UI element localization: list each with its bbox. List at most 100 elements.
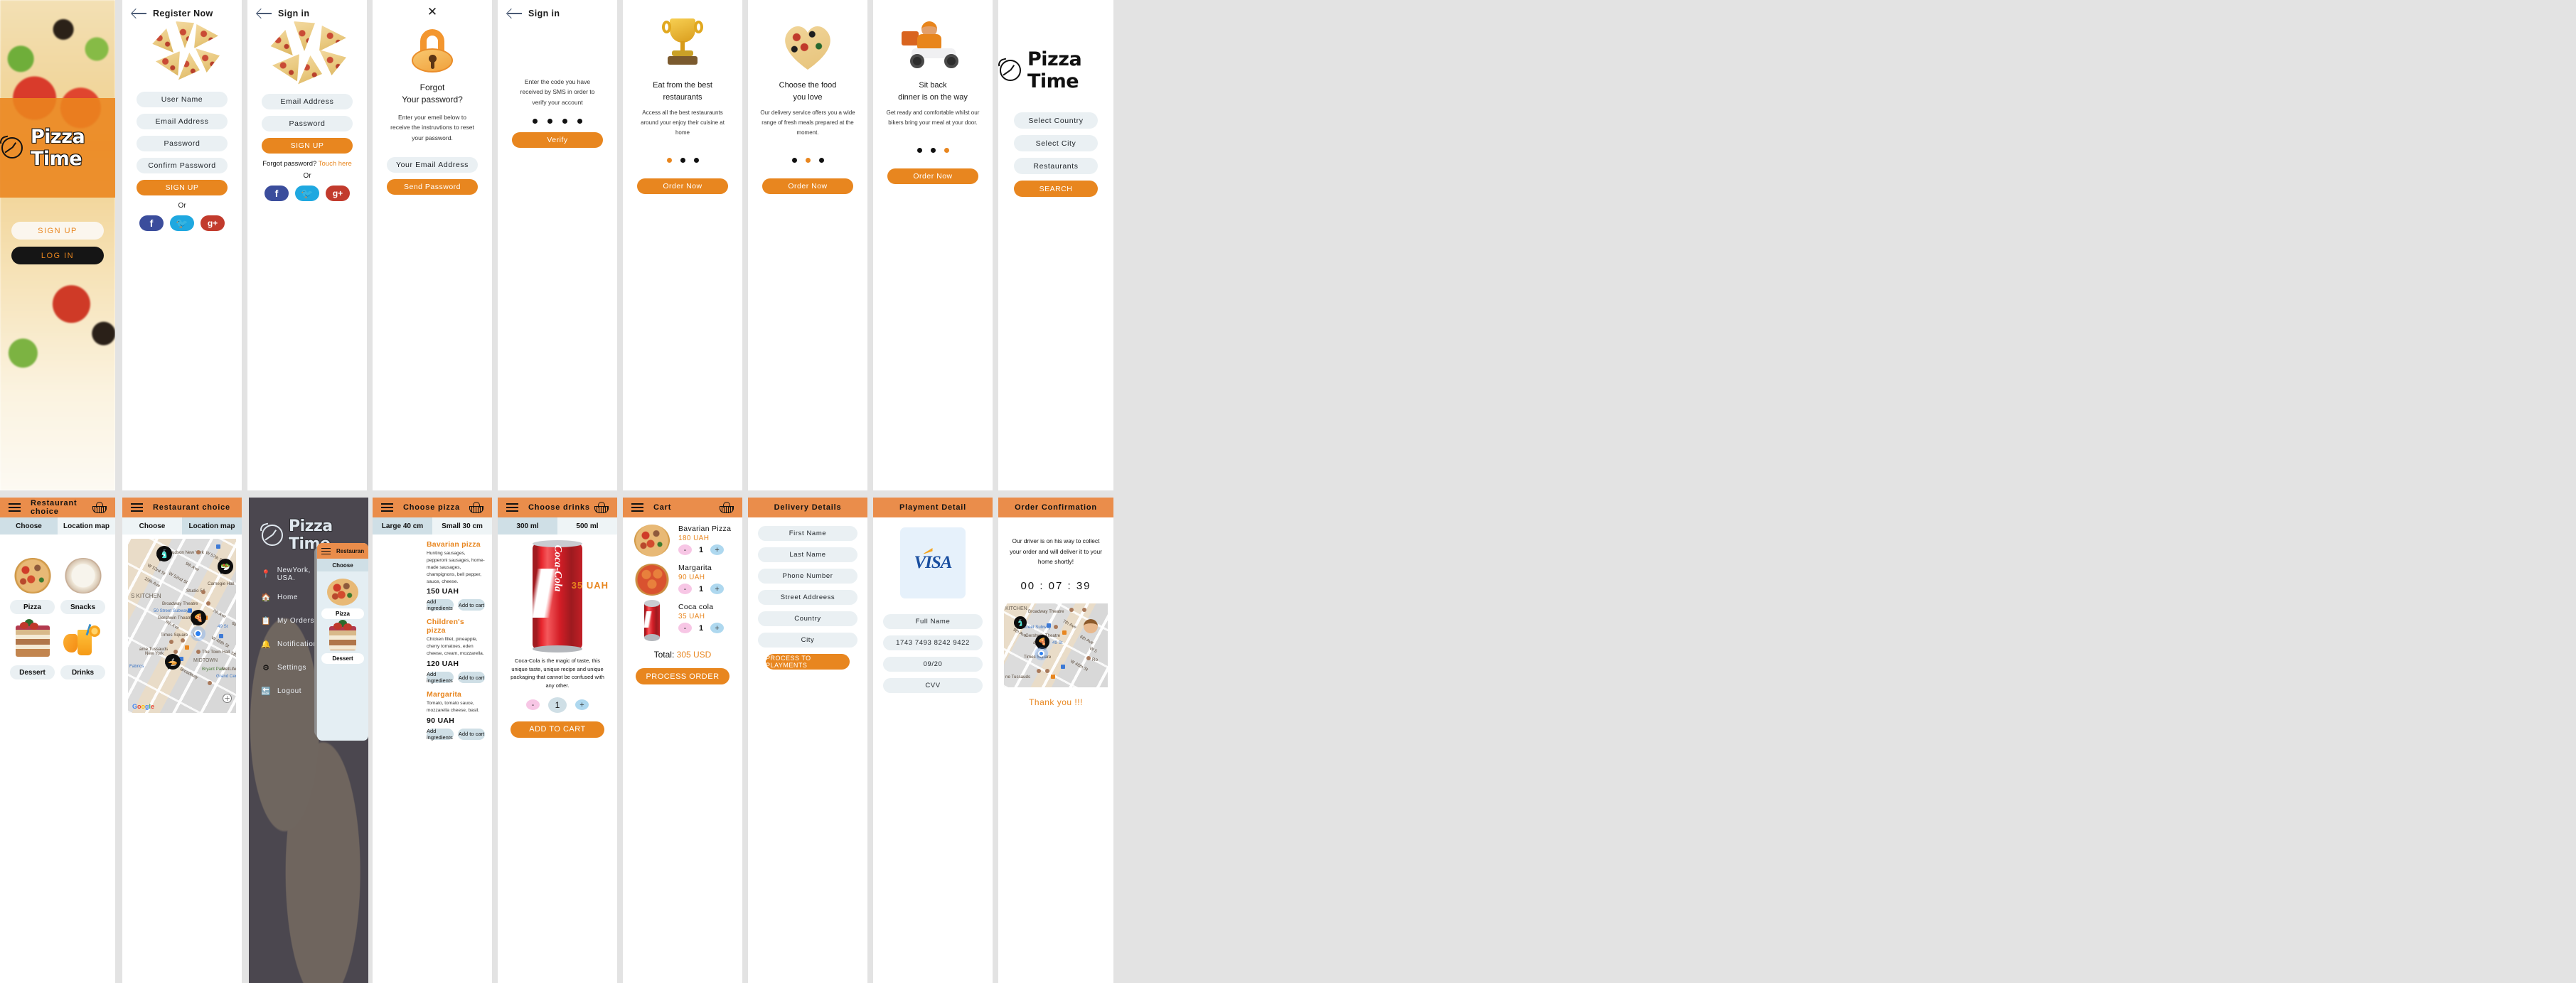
password-field[interactable]: Password — [137, 136, 228, 151]
quantity-stepper[interactable]: - 1 + — [498, 697, 617, 713]
add-to-cart-button[interactable]: Add to cart — [458, 672, 485, 684]
increment-button[interactable]: + — [575, 699, 589, 710]
back-row[interactable]: Register Now — [122, 0, 242, 18]
pager-dot-1[interactable] — [666, 158, 672, 163]
category-pizza[interactable]: Pizza — [10, 556, 55, 614]
street-address-field[interactable]: Street Addreess — [758, 590, 857, 605]
close-icon[interactable]: ✕ — [373, 0, 492, 18]
add-to-cart-button[interactable]: ADD TO CART — [511, 721, 604, 738]
select-city-field[interactable]: Select City — [1014, 135, 1098, 151]
back-arrow-icon[interactable] — [257, 9, 272, 18]
tab-choose[interactable]: Choose — [122, 517, 182, 535]
order-now-button[interactable]: Order Now — [637, 178, 728, 194]
menu-icon[interactable] — [321, 547, 331, 555]
email-field[interactable]: Email Address — [262, 94, 353, 109]
onboarding-pager-dots[interactable] — [623, 158, 742, 163]
pager-dot-3[interactable] — [818, 158, 824, 163]
basket-icon[interactable] — [92, 502, 107, 513]
tab-300ml[interactable]: 300 ml — [498, 517, 557, 535]
list-item[interactable]: Margarita Tomato, tomato sauce, mozzarel… — [380, 690, 485, 741]
email-field[interactable]: Email Address — [137, 114, 228, 129]
facebook-icon[interactable]: f — [264, 186, 289, 201]
drink-pin[interactable]: 🧴 — [156, 546, 172, 574]
category-dessert[interactable]: Dessert — [10, 621, 55, 679]
add-ingredients-button[interactable]: Add ingredients — [427, 671, 454, 684]
pager-dot-1[interactable] — [791, 158, 797, 163]
google-plus-icon[interactable]: g+ — [326, 186, 350, 201]
pager-dot-2[interactable] — [680, 158, 685, 163]
add-to-cart-button[interactable]: Add to cart — [458, 728, 485, 740]
map-zoom-button[interactable]: ＋ — [223, 694, 232, 703]
basket-icon[interactable] — [720, 502, 734, 513]
email-field[interactable]: Your Email Address — [387, 157, 478, 173]
pizza-pin[interactable]: 🍕 — [191, 610, 206, 638]
signup-submit-button[interactable]: SIGN UP — [137, 180, 228, 195]
add-ingredients-button[interactable]: Add ingredients — [427, 728, 454, 741]
menu-icon[interactable] — [131, 503, 143, 512]
increment-button[interactable]: + — [710, 623, 725, 633]
menu-icon[interactable] — [381, 503, 393, 512]
add-to-cart-button[interactable]: Add to cart — [458, 599, 485, 611]
expiry-field[interactable]: 09/20 — [883, 657, 983, 672]
onboarding-pager-dots[interactable] — [748, 158, 867, 163]
verify-button[interactable]: Verify — [512, 132, 603, 149]
onboarding-pager-dots[interactable] — [873, 148, 993, 153]
restaurants-field[interactable]: Restaurants — [1014, 158, 1098, 174]
category-drinks[interactable]: Drinks — [60, 621, 105, 679]
tab-choose[interactable]: Choose — [317, 559, 368, 571]
pager-dot-1[interactable] — [916, 148, 922, 153]
back-row[interactable]: Sign in — [247, 0, 367, 18]
order-now-button[interactable]: Order Now — [762, 178, 853, 194]
pager-dot-2[interactable] — [805, 158, 811, 163]
basket-icon[interactable] — [469, 502, 483, 513]
username-field[interactable]: User Name — [137, 92, 228, 107]
search-button[interactable]: SEARCH — [1014, 181, 1098, 197]
send-password-button[interactable]: Send Password — [387, 179, 478, 195]
back-arrow-icon[interactable] — [508, 9, 522, 18]
map-view[interactable]: udson New York W 57th St W 53rd St 9th A… — [128, 539, 236, 713]
pager-dot-3[interactable] — [693, 158, 699, 163]
increment-button[interactable]: + — [710, 544, 725, 555]
phone-number-field[interactable]: Phone Number — [758, 569, 857, 584]
list-item[interactable]: Children's pizza Chicken fillet, pineapp… — [380, 618, 485, 684]
full-name-field[interactable]: Full Name — [883, 614, 983, 629]
dessert-pin[interactable]: 🥧 — [165, 654, 181, 682]
signup-button[interactable]: SIGN UP — [11, 222, 104, 240]
tracking-map[interactable]: KITCHEN Broadway Theatre Street Subway G… — [1004, 603, 1108, 688]
decrement-button[interactable]: - — [526, 699, 540, 710]
google-plus-icon[interactable]: g+ — [201, 215, 225, 231]
tab-small[interactable]: Small 30 cm — [432, 517, 492, 535]
back-row[interactable]: Sign in — [498, 0, 617, 18]
decrement-button[interactable]: - — [678, 623, 692, 633]
pager-dot-3[interactable] — [944, 148, 949, 153]
list-item[interactable]: Bavarian pizza Hunting sausages, peppero… — [380, 540, 485, 611]
code-dots[interactable] — [498, 119, 617, 124]
increment-button[interactable]: + — [710, 584, 725, 594]
back-arrow-icon[interactable] — [132, 9, 146, 18]
add-ingredients-button[interactable]: Add ingredients — [427, 598, 454, 611]
twitter-icon[interactable]: 🐦 — [295, 186, 319, 201]
facebook-icon[interactable]: f — [139, 215, 164, 231]
twitter-icon[interactable]: 🐦 — [170, 215, 194, 231]
password-field[interactable]: Password — [262, 116, 353, 131]
decrement-button[interactable]: - — [678, 544, 692, 555]
first-name-field[interactable]: First Name — [758, 526, 857, 541]
login-button[interactable]: LOG IN — [11, 247, 104, 264]
tab-location-map[interactable]: Location map — [58, 517, 115, 535]
quantity-stepper[interactable]: - 1 + — [678, 623, 725, 633]
last-name-field[interactable]: Last Name — [758, 547, 857, 562]
country-field[interactable]: Country — [758, 611, 857, 626]
forgot-password-link[interactable]: Touch here — [319, 160, 352, 168]
decrement-button[interactable]: - — [678, 584, 692, 594]
menu-icon[interactable] — [631, 503, 643, 512]
salad-pin[interactable]: 🥗 — [218, 559, 233, 586]
pizza-pin[interactable]: 🍕 — [1035, 635, 1049, 662]
card-number-field[interactable]: 1743 7493 8242 9422 — [883, 635, 983, 650]
process-to-payments-button[interactable]: PROCESS TO PLAYMENTS — [766, 654, 850, 670]
menu-icon[interactable] — [506, 503, 518, 512]
city-field[interactable]: City — [758, 633, 857, 648]
category-snacks[interactable]: Snacks — [60, 556, 105, 614]
pager-dot-2[interactable] — [930, 148, 936, 153]
drink-pin[interactable]: 🧴 — [1014, 616, 1027, 642]
peek-card-front[interactable]: Restauran Choose Pizza Dessert — [317, 543, 368, 741]
